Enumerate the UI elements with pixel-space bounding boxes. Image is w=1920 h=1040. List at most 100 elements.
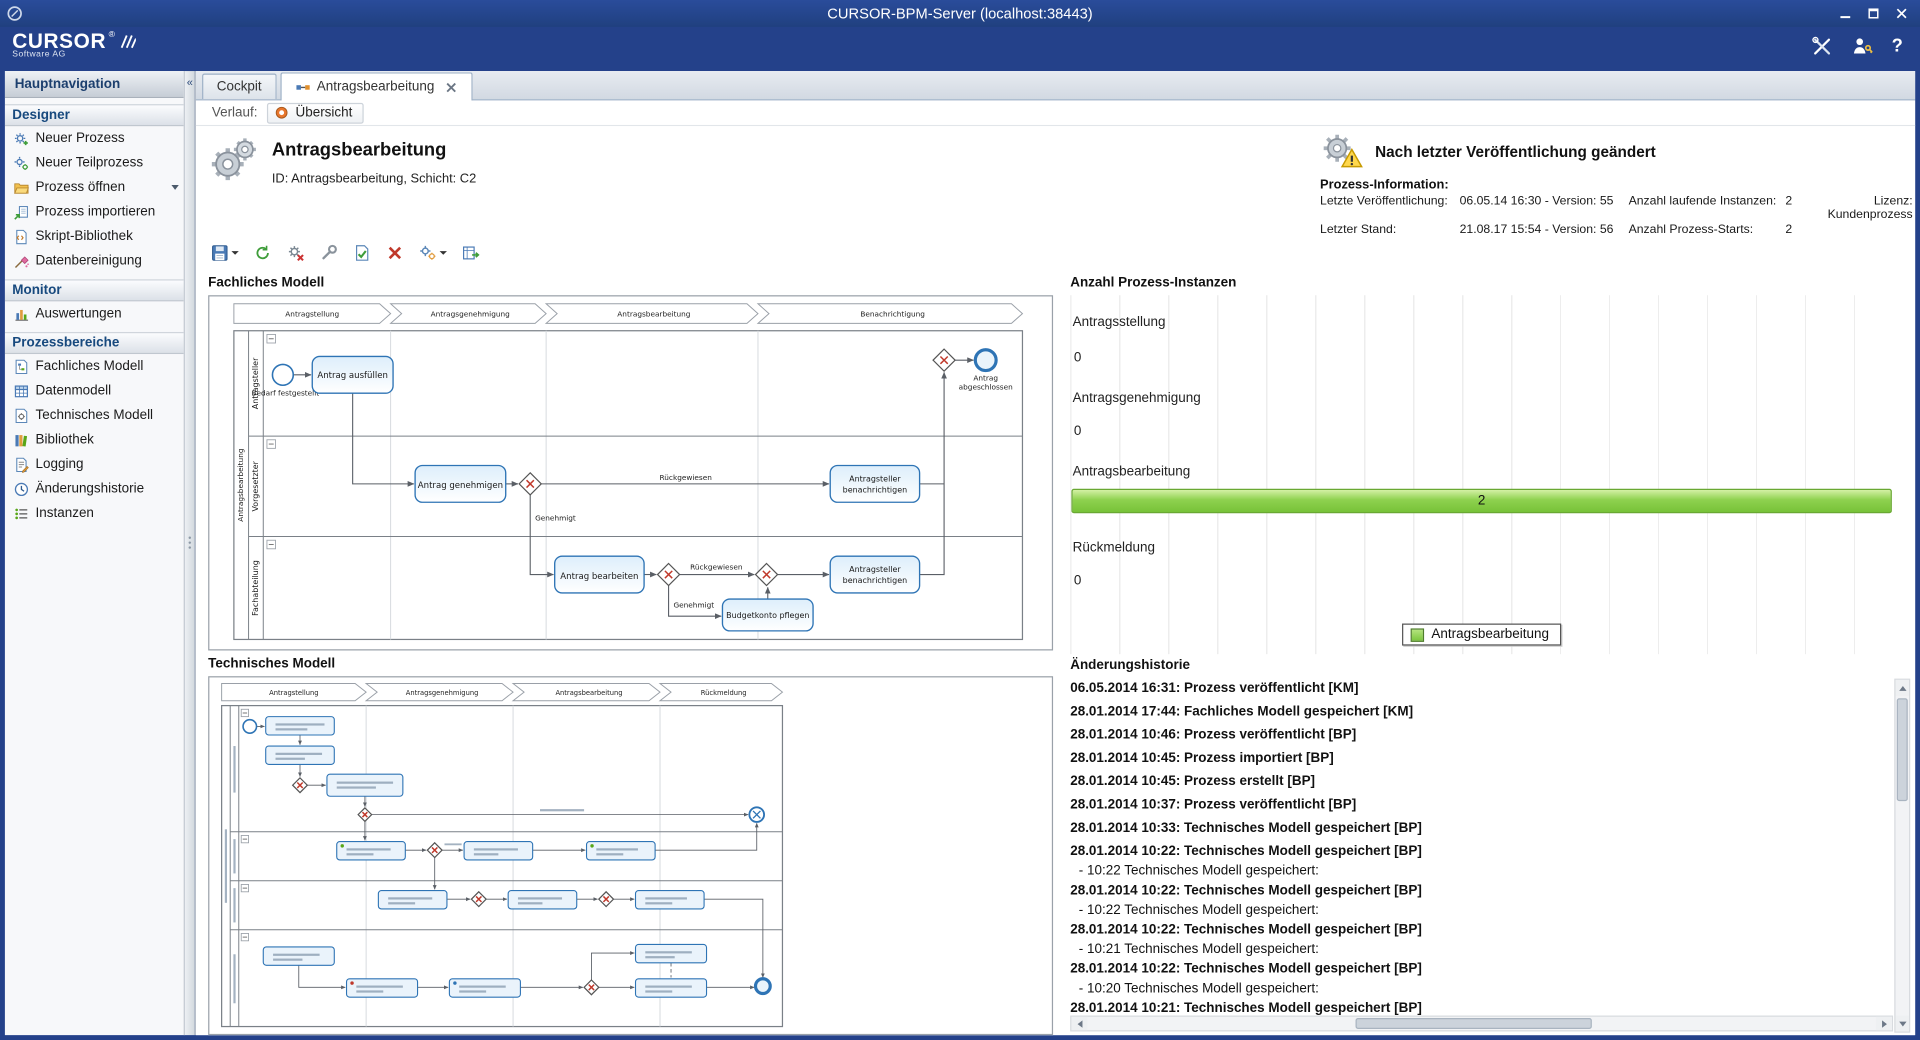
sidebar-item-label: Datenmodell bbox=[36, 383, 112, 398]
history-entry[interactable]: 28.01.2014 10:37: Prozess veröffentlicht… bbox=[1070, 794, 1893, 817]
phase-label: Antragsgenehmigung bbox=[406, 689, 479, 697]
refresh-button[interactable] bbox=[249, 240, 277, 265]
task-label: Antragsteller bbox=[849, 474, 901, 483]
fachliches-modell-diagram[interactable]: Antragstellung Antragsgenehmigung Antrag… bbox=[209, 296, 1051, 649]
task-label: Antragsteller bbox=[849, 565, 901, 574]
history-horizontal-scrollbar[interactable] bbox=[1070, 1016, 1893, 1032]
chart-category-value: 0 bbox=[1074, 350, 1082, 365]
export-button[interactable] bbox=[457, 240, 485, 265]
help-icon[interactable] bbox=[1892, 36, 1903, 58]
chevrons-left-icon[interactable] bbox=[185, 77, 195, 88]
phase-label: Antragstellung bbox=[285, 310, 339, 319]
sidebar-item-aenderungshistorie[interactable]: Änderungshistorie bbox=[5, 477, 184, 502]
gear-remove-icon bbox=[287, 243, 305, 261]
scroll-left-icon[interactable] bbox=[1071, 1017, 1087, 1030]
maximize-button[interactable] bbox=[1860, 2, 1887, 24]
end-event-label: abgeschlossen bbox=[959, 383, 1013, 392]
tab-antragsbearbeitung[interactable]: Antragsbearbeitung bbox=[280, 72, 472, 100]
history-vertical-scrollbar[interactable] bbox=[1894, 679, 1910, 1033]
history-entry[interactable]: 28.01.2014 10:22: Technisches Modell ges… bbox=[1070, 840, 1893, 879]
task-label: Antrag bearbeiten bbox=[560, 572, 638, 582]
history-entry[interactable]: 28.01.2014 10:45: Prozess importiert [BP… bbox=[1070, 747, 1893, 770]
sidebar-item-fachliches-modell[interactable]: Fachliches Modell bbox=[5, 354, 184, 379]
gear-gear-icon bbox=[13, 155, 29, 171]
history-entry[interactable]: 28.01.2014 10:22: Technisches Modell ges… bbox=[1070, 958, 1893, 997]
sidebar: Hauptnavigation Designer Neuer Prozess N… bbox=[5, 71, 185, 1035]
sidebar-item-prozess-oeffnen[interactable]: Prozess öffnen bbox=[5, 175, 184, 200]
save-menu-button[interactable] bbox=[206, 240, 244, 265]
sidebar-item-logging[interactable]: Logging bbox=[5, 452, 184, 477]
task-label: benachrichtigen bbox=[843, 576, 907, 585]
sidebar-item-label: Datenbereinigung bbox=[36, 254, 142, 269]
start-event-label: Bedarf festgestellt bbox=[251, 389, 319, 398]
scroll-up-icon[interactable] bbox=[1896, 680, 1909, 696]
history-entry[interactable]: 28.01.2014 10:46: Prozess veröffentlicht… bbox=[1070, 724, 1893, 747]
technisches-modell-panel[interactable]: Antragstellung Antragsgenehmigung Antrag… bbox=[208, 676, 1053, 1035]
unassign-button[interactable] bbox=[282, 240, 310, 265]
sidebar-item-neuer-teilprozess[interactable]: Neuer Teilprozess bbox=[5, 151, 184, 176]
close-tab-icon[interactable] bbox=[444, 80, 457, 93]
breadcrumb-overview-button[interactable]: Übersicht bbox=[267, 102, 363, 123]
drag-handle-icon[interactable] bbox=[189, 534, 191, 551]
minimize-button[interactable] bbox=[1832, 2, 1859, 24]
overview-icon bbox=[275, 105, 290, 120]
phase-label: Antragstellung bbox=[269, 689, 318, 697]
maintenance-button[interactable] bbox=[315, 240, 343, 265]
close-button[interactable] bbox=[1888, 2, 1915, 24]
legend-label: Antragsbearbeitung bbox=[1431, 627, 1549, 642]
gears-icon bbox=[419, 243, 437, 261]
user-permissions-icon[interactable] bbox=[1851, 36, 1873, 58]
sidebar-item-datenbereinigung[interactable]: Datenbereinigung bbox=[5, 249, 184, 274]
minimize-icon bbox=[1839, 7, 1851, 19]
task-antragsteller-benachrichtigen bbox=[830, 556, 919, 593]
section-label-history: Änderungshistorie bbox=[1070, 658, 1893, 674]
sidebar-item-label: Fachliches Modell bbox=[36, 359, 144, 374]
table-icon bbox=[13, 383, 29, 399]
sidebar-item-bibliothek[interactable]: Bibliothek bbox=[5, 428, 184, 453]
section-label-instances: Anzahl Prozess-Instanzen bbox=[1070, 276, 1893, 292]
sidebar-collapse-strip[interactable] bbox=[185, 71, 196, 1035]
process-settings-button[interactable] bbox=[414, 240, 452, 265]
sidebar-item-prozess-importieren[interactable]: Prozess importieren bbox=[5, 200, 184, 225]
flow-label: Genehmigt bbox=[673, 601, 714, 610]
sidebar-item-technisches-modell[interactable]: Technisches Modell bbox=[5, 403, 184, 428]
export-icon bbox=[462, 243, 480, 261]
tab-cockpit[interactable]: Cockpit bbox=[202, 74, 276, 100]
sidebar-item-skript-bibliothek[interactable]: Skript-Bibliothek bbox=[5, 224, 184, 249]
history-entry[interactable]: 28.01.2014 10:21: Technisches Modell ges… bbox=[1070, 997, 1893, 1015]
lane-label: Fachabteilung bbox=[251, 560, 260, 616]
window-titlebar[interactable]: CURSOR-BPM-Server (localhost:38443) bbox=[0, 0, 1920, 27]
sidebar-item-datenmodell[interactable]: Datenmodell bbox=[5, 379, 184, 404]
sidebar-item-neuer-prozess[interactable]: Neuer Prozess bbox=[5, 126, 184, 151]
admin-tools-icon[interactable] bbox=[1811, 36, 1833, 58]
history-entry[interactable]: 28.01.2014 10:33: Technisches Modell ges… bbox=[1070, 817, 1893, 840]
history-entry[interactable]: 28.01.2014 17:44: Fachliches Modell gesp… bbox=[1070, 701, 1893, 724]
fachliches-modell-panel[interactable]: Antragstellung Antragsgenehmigung Antrag… bbox=[208, 295, 1053, 650]
scrollbar-thumb[interactable] bbox=[1897, 698, 1908, 801]
sidebar-item-auswertungen[interactable]: Auswertungen bbox=[5, 301, 184, 326]
delete-button[interactable] bbox=[381, 240, 409, 265]
history-entry[interactable]: 28.01.2014 10:22: Technisches Modell ges… bbox=[1070, 919, 1893, 958]
history-entry[interactable]: 28.01.2014 10:45: Prozess erstellt [BP] bbox=[1070, 771, 1893, 794]
scroll-right-icon[interactable] bbox=[1876, 1017, 1892, 1030]
technisches-modell-diagram[interactable]: Antragstellung Antragsgenehmigung Antrag… bbox=[209, 677, 1051, 1033]
history-entry[interactable]: 06.05.2014 16:31: Prozess veröffentlicht… bbox=[1070, 677, 1893, 700]
sidebar-item-label: Instanzen bbox=[36, 506, 94, 521]
close-icon bbox=[1896, 7, 1908, 19]
scroll-down-icon[interactable] bbox=[1896, 1016, 1909, 1032]
clean-icon bbox=[13, 253, 29, 269]
lane-label: Antragsteller bbox=[251, 357, 260, 409]
sidebar-item-label: Skript-Bibliothek bbox=[36, 229, 133, 244]
history-entry[interactable]: 28.01.2014 10:22: Technisches Modell ges… bbox=[1070, 880, 1893, 919]
chevron-down-icon bbox=[440, 251, 447, 255]
task-label: Budgetkonto pflegen bbox=[726, 611, 809, 620]
sidebar-item-label: Auswertungen bbox=[36, 306, 122, 321]
brand-stripes-icon bbox=[117, 34, 135, 49]
sidebar-item-instanzen[interactable]: Instanzen bbox=[5, 501, 184, 526]
sidebar-item-label: Logging bbox=[36, 457, 84, 472]
check-document-icon bbox=[353, 243, 371, 261]
chevron-down-icon[interactable] bbox=[171, 185, 178, 190]
scrollbar-thumb[interactable] bbox=[1355, 1018, 1592, 1029]
validate-button[interactable] bbox=[348, 240, 376, 265]
sidebar-item-label: Technisches Modell bbox=[36, 408, 154, 423]
